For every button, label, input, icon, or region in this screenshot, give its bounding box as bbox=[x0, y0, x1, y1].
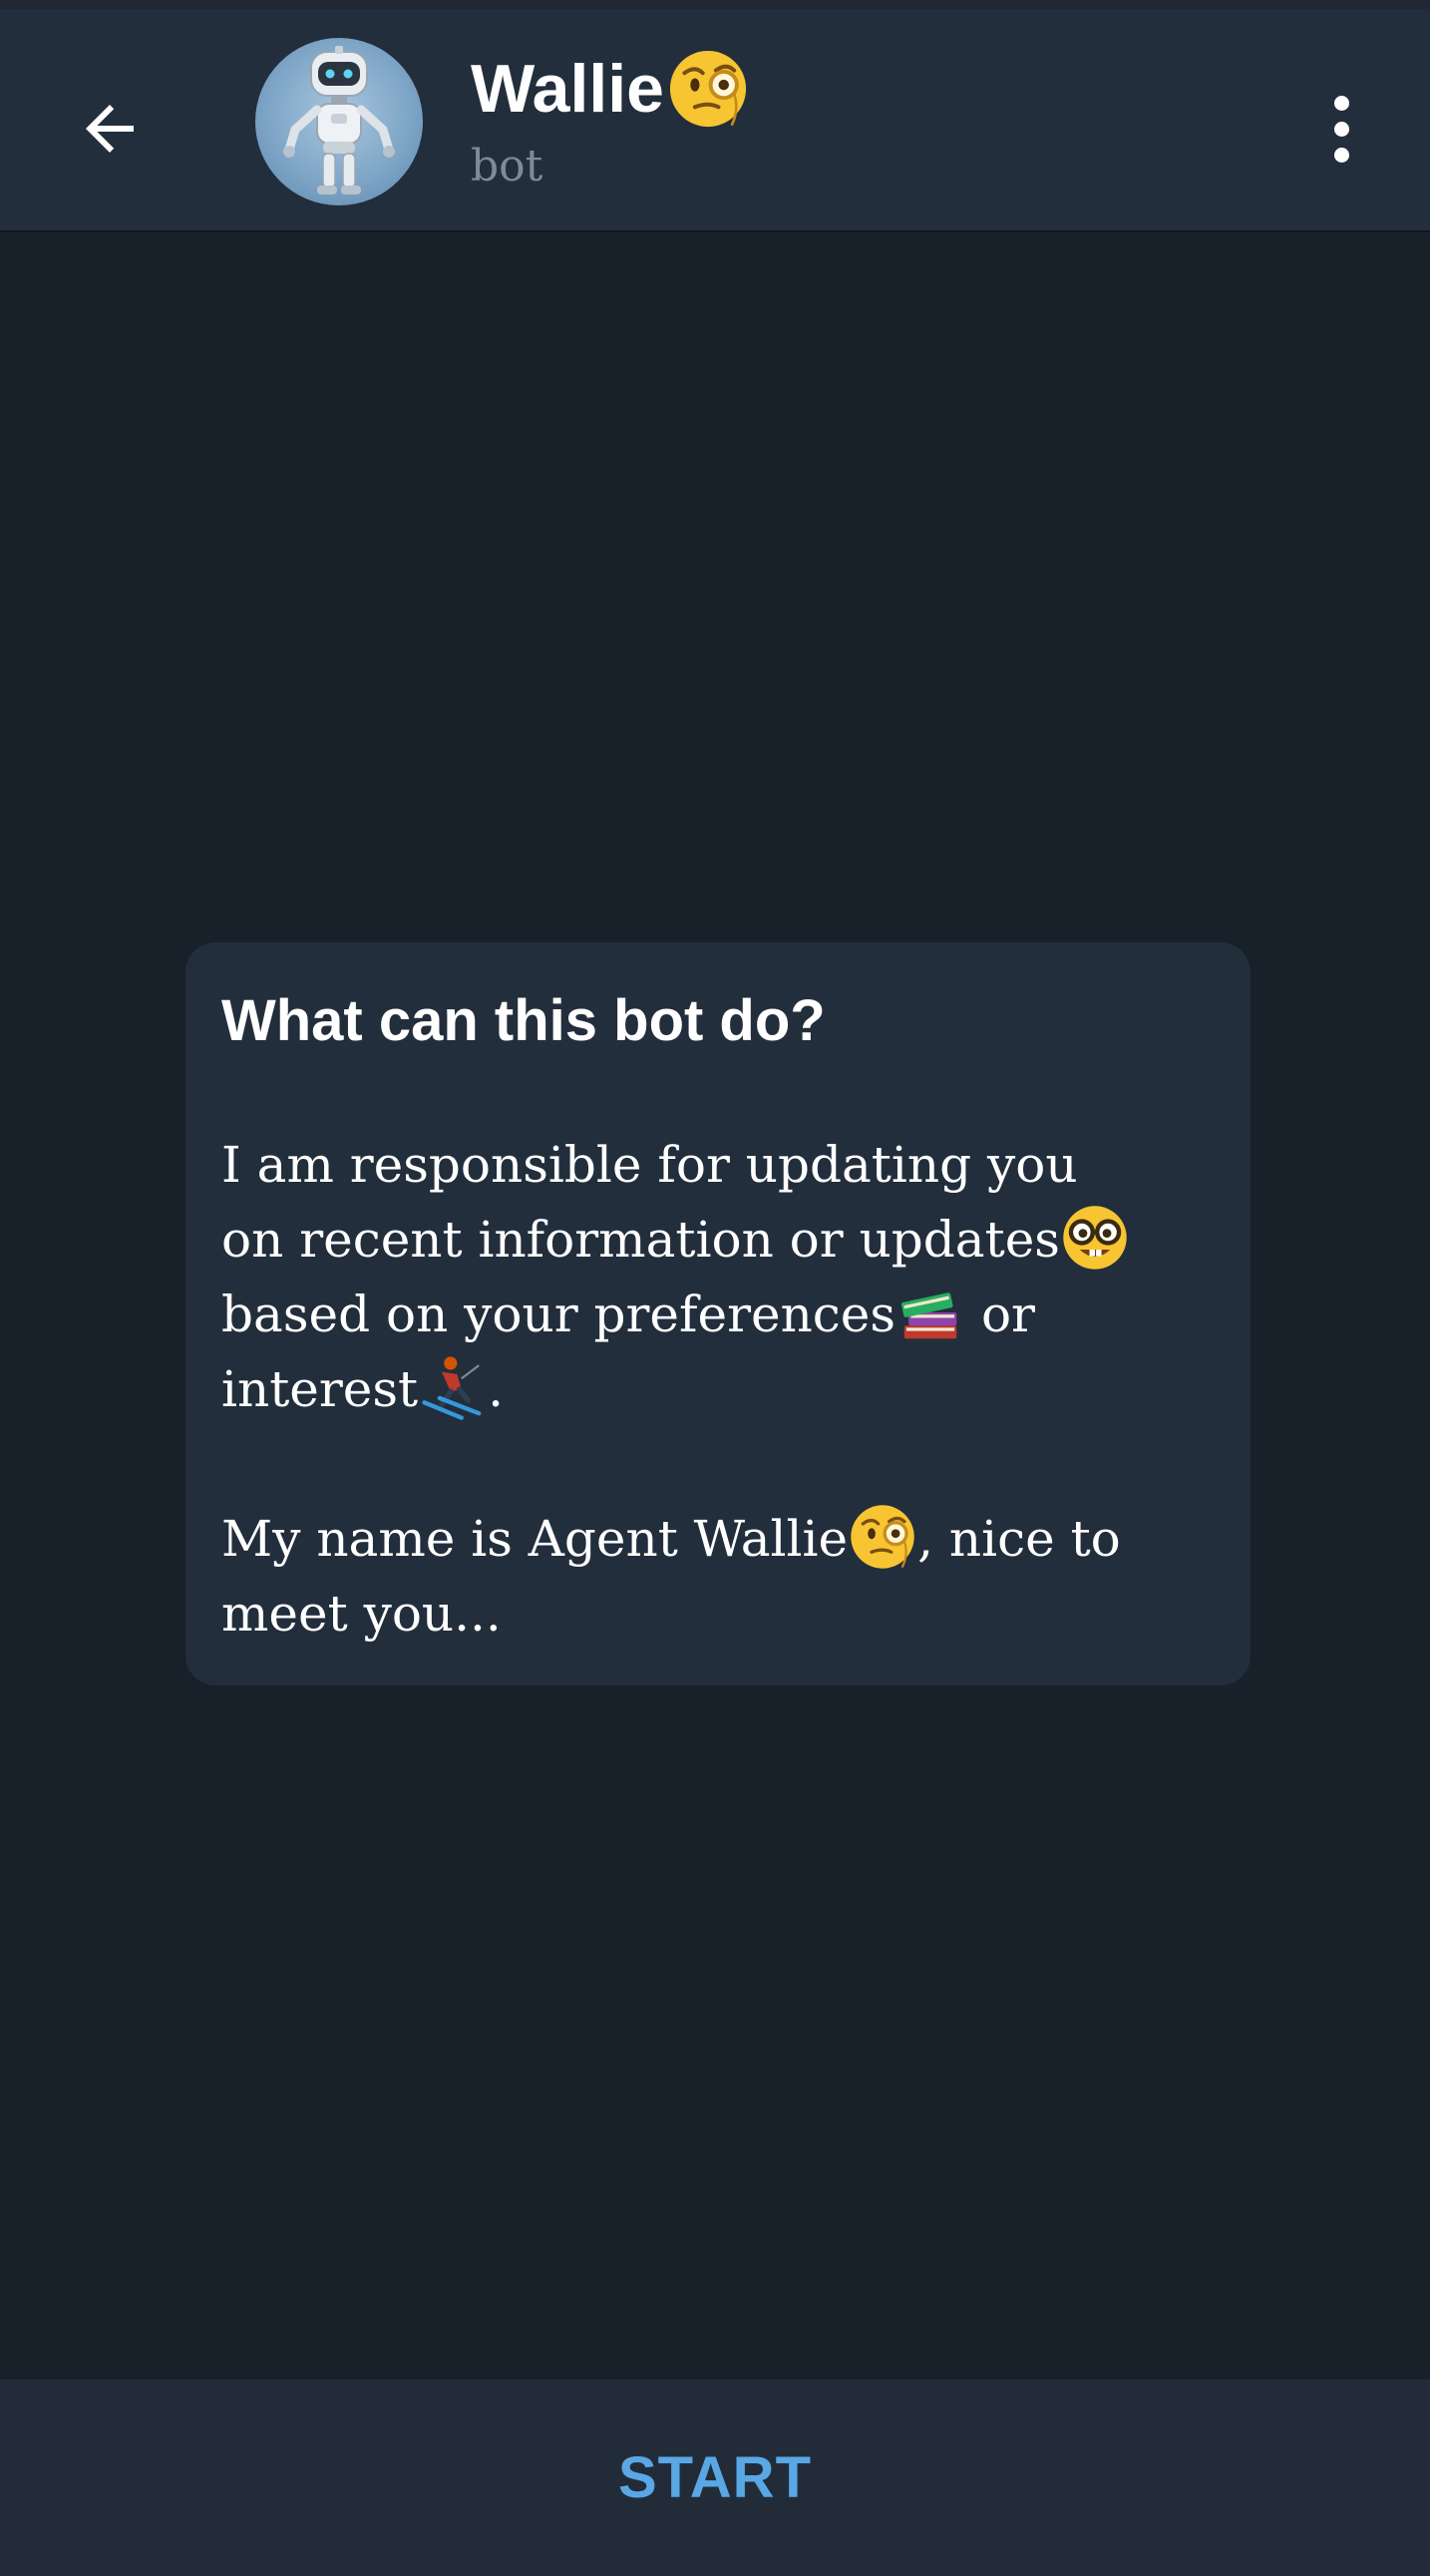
description-line: on recent information or updates bbox=[221, 1203, 1215, 1278]
chat-title-text: Wallie bbox=[471, 51, 664, 127]
description-text: interest bbox=[221, 1359, 419, 1418]
face-with-monocle-icon bbox=[669, 50, 747, 128]
back-button[interactable] bbox=[62, 81, 158, 177]
start-bar: START bbox=[0, 2380, 1430, 2576]
description-text: . bbox=[488, 1359, 505, 1418]
description-text: based on your preferences bbox=[221, 1285, 896, 1343]
start-button[interactable]: START bbox=[578, 2424, 852, 2531]
robot-icon bbox=[283, 46, 395, 194]
header-title-block[interactable]: Wallie bot bbox=[471, 45, 750, 191]
bot-description-heading: What can this bot do? bbox=[221, 988, 826, 1053]
description-text: or bbox=[965, 1285, 1035, 1343]
books-icon bbox=[901, 1291, 957, 1338]
description-text: , nice to bbox=[917, 1509, 1121, 1568]
description-line: meet you... bbox=[221, 1584, 502, 1643]
face-with-monocle-icon bbox=[851, 1504, 914, 1569]
chat-subtitle: bot bbox=[471, 141, 543, 191]
more-vertical-icon-dot bbox=[1333, 121, 1349, 137]
bot-description-body: I am responsible for updating you on rec… bbox=[221, 1128, 1215, 1652]
description-line: based on your preferences or bbox=[221, 1278, 1215, 1352]
more-vertical-icon-dot bbox=[1333, 95, 1349, 111]
chat-title: Wallie bbox=[471, 45, 750, 133]
description-line: interest . bbox=[221, 1352, 1215, 1427]
status-strip bbox=[0, 0, 1430, 9]
description-line: I am responsible for updating you bbox=[221, 1135, 1078, 1194]
description-line: My name is Agent Wallie , nice to bbox=[221, 1502, 1215, 1577]
description-text: My name is Agent Wallie bbox=[221, 1509, 849, 1568]
more-vertical-icon-dot bbox=[1333, 147, 1349, 163]
bot-description-card: What can this bot do? I am responsible f… bbox=[185, 942, 1251, 1685]
chat-header: Wallie bot bbox=[0, 9, 1430, 232]
nerd-face-icon bbox=[1063, 1205, 1127, 1270]
bot-avatar[interactable] bbox=[255, 38, 423, 205]
description-text: on recent information or updates bbox=[221, 1210, 1060, 1269]
skier-icon bbox=[422, 1355, 482, 1420]
more-options-button[interactable] bbox=[1306, 81, 1376, 177]
arrow-left-icon bbox=[86, 105, 134, 153]
